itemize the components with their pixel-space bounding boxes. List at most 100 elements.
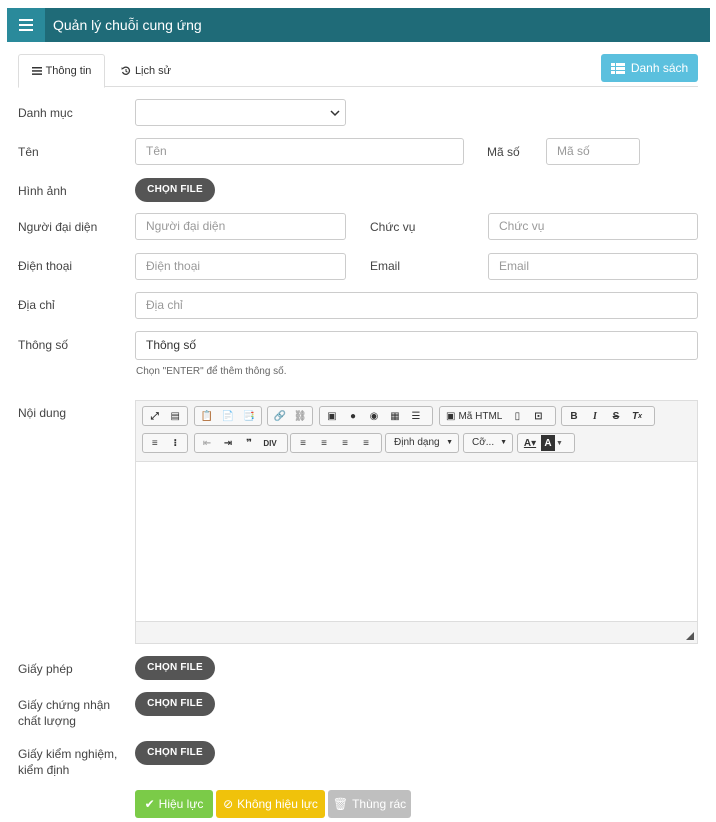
flash-icon[interactable]: ● bbox=[343, 408, 363, 424]
inactive-button[interactable]: ⊘ Không hiệu lực bbox=[216, 790, 325, 818]
tab-history[interactable]: Lịch sử bbox=[116, 54, 176, 87]
trash-button-label: Thùng rác bbox=[352, 797, 407, 811]
toolbar-group-view: ⤢ ▤ bbox=[142, 406, 188, 426]
toolbar-group-insert: ▣ ● ◉ ▦ ☰ bbox=[319, 406, 433, 426]
inactive-button-label: Không hiệu lực bbox=[237, 797, 318, 811]
align-right-icon[interactable]: ≡ bbox=[335, 435, 355, 451]
email-label: Email bbox=[370, 259, 401, 273]
div-container-icon[interactable]: DIV bbox=[260, 435, 280, 451]
trash-button[interactable]: 🗑 Thùng rác bbox=[328, 790, 411, 818]
caret-down-icon: ▼ bbox=[500, 439, 507, 446]
specs-hint: Chọn "ENTER" để thêm thông số. bbox=[136, 366, 287, 377]
representative-input[interactable]: Người đại diện bbox=[135, 213, 346, 240]
table-list-icon bbox=[610, 62, 625, 74]
chevron-down-icon bbox=[330, 110, 340, 117]
specs-label: Thông số bbox=[18, 338, 69, 352]
paste-icon[interactable]: 📋 bbox=[197, 408, 217, 424]
strikethrough-icon[interactable]: S bbox=[606, 408, 626, 424]
unlink-icon[interactable]: ⛓ bbox=[291, 408, 311, 424]
toolbar-group-basic-styles: B I S Tx bbox=[561, 406, 655, 426]
editor-content-area[interactable] bbox=[136, 461, 697, 622]
caret-down-icon: ▼ bbox=[446, 439, 453, 446]
new-page-icon[interactable]: ▯ bbox=[507, 408, 527, 424]
menu-toggle-button[interactable] bbox=[7, 8, 45, 42]
blockquote-icon[interactable]: ❞ bbox=[239, 435, 259, 451]
italic-icon[interactable]: I bbox=[585, 408, 605, 424]
paste-word-icon[interactable]: 📑 bbox=[239, 408, 259, 424]
name-label: Tên bbox=[18, 145, 39, 159]
source-icon: ▣ bbox=[446, 410, 456, 422]
list-button[interactable]: Danh sách bbox=[601, 54, 698, 82]
size-dropdown-label: Cỡ... bbox=[472, 437, 495, 448]
toolbar-group-align: ≡ ≡ ≡ ≡ bbox=[290, 433, 382, 453]
caret-down-icon: ▼ bbox=[556, 439, 563, 447]
code-label: Mã số bbox=[487, 145, 520, 159]
inspection-label: Giấy kiểm nghiệm, kiểm định bbox=[18, 746, 117, 778]
maximize-icon[interactable]: ⤢ bbox=[145, 408, 165, 424]
phone-label: Điện thoại bbox=[18, 259, 73, 273]
image-icon[interactable]: ▣ bbox=[322, 408, 342, 424]
quality-cert-label-line2: chất lượng bbox=[18, 714, 76, 728]
show-blocks-icon[interactable]: ▤ bbox=[166, 408, 186, 424]
bold-icon[interactable]: B bbox=[564, 408, 584, 424]
indent-icon[interactable]: ⇥ bbox=[218, 435, 238, 451]
toolbar-group-lists: ≡ ⁝ bbox=[142, 433, 188, 453]
inspection-label-line2: kiểm định bbox=[18, 763, 70, 777]
category-label: Danh mục bbox=[18, 106, 73, 120]
quality-cert-label-line1: Giấy chứng nhận bbox=[18, 698, 111, 712]
history-icon bbox=[121, 65, 131, 75]
toolbar-group-indent: ⇤ ⇥ ❞ DIV bbox=[194, 433, 288, 453]
category-select[interactable] bbox=[135, 99, 346, 126]
source-label: Mã HTML bbox=[458, 410, 503, 422]
paste-text-icon[interactable]: 📄 bbox=[218, 408, 238, 424]
numbered-list-icon[interactable]: ≡ bbox=[145, 435, 165, 451]
format-dropdown[interactable]: Định dạng ▼ bbox=[385, 433, 459, 453]
content-label: Nội dung bbox=[18, 406, 67, 420]
position-input[interactable]: Chức vụ bbox=[488, 213, 698, 240]
address-input[interactable]: Địa chỉ bbox=[135, 292, 698, 319]
hamburger-icon bbox=[19, 19, 33, 31]
quality-cert-label: Giấy chứng nhận chất lượng bbox=[18, 697, 110, 729]
tab-history-label: Lịch sử bbox=[134, 64, 172, 77]
remove-format-icon[interactable]: Tx bbox=[627, 408, 647, 424]
list-icon bbox=[31, 67, 42, 75]
align-left-icon[interactable]: ≡ bbox=[293, 435, 313, 451]
align-justify-icon[interactable]: ≡ bbox=[356, 435, 376, 451]
specs-input[interactable]: Thông số bbox=[135, 331, 698, 360]
preview-icon[interactable]: ⊡ bbox=[528, 408, 548, 424]
page-title: Quản lý chuỗi cung ứng bbox=[53, 17, 202, 33]
email-input[interactable]: Email bbox=[488, 253, 698, 280]
link-icon[interactable]: 🔗 bbox=[270, 408, 290, 424]
quality-cert-choose-file-button[interactable]: CHỌN FILE bbox=[135, 692, 215, 716]
bulleted-list-icon[interactable]: ⁝ bbox=[166, 435, 186, 451]
image-choose-file-button[interactable]: CHỌN FILE bbox=[135, 178, 215, 202]
toolbar-group-clipboard: 📋 📄 📑 bbox=[194, 406, 262, 426]
horizontal-line-icon[interactable]: ☰ bbox=[406, 408, 426, 424]
source-button[interactable]: ▣ Mã HTML bbox=[442, 411, 506, 422]
license-choose-file-button[interactable]: CHỌN FILE bbox=[135, 656, 215, 680]
align-center-icon[interactable]: ≡ bbox=[314, 435, 334, 451]
iframe-globe-icon[interactable]: ◉ bbox=[364, 408, 384, 424]
active-button-label: Hiệu lực bbox=[158, 797, 204, 811]
address-label: Địa chỉ bbox=[18, 298, 55, 312]
inspection-choose-file-button[interactable]: CHỌN FILE bbox=[135, 741, 215, 765]
toolbar-group-colors: A▾ A ▼ bbox=[517, 433, 575, 453]
phone-input[interactable]: Điện thoại bbox=[135, 253, 346, 280]
resize-handle-icon[interactable] bbox=[686, 632, 694, 640]
size-dropdown[interactable]: Cỡ... ▼ bbox=[463, 433, 513, 453]
app-header: Quản lý chuỗi cung ứng bbox=[7, 8, 710, 42]
tab-info[interactable]: Thông tin bbox=[18, 54, 105, 88]
table-icon[interactable]: ▦ bbox=[385, 408, 405, 424]
name-input[interactable]: Tên bbox=[135, 138, 464, 165]
tab-bar: Thông tin Lịch sử bbox=[18, 54, 698, 88]
active-button[interactable]: ✔ Hiệu lực bbox=[135, 790, 213, 818]
position-label: Chức vụ bbox=[370, 220, 416, 234]
toolbar-group-link: 🔗 ⛓ bbox=[267, 406, 313, 426]
representative-label: Người đại diện bbox=[18, 220, 98, 234]
trash-icon: 🗑 bbox=[332, 797, 349, 811]
text-color-icon[interactable]: A▾ bbox=[520, 435, 540, 451]
tab-info-label: Thông tin bbox=[45, 65, 92, 77]
code-input[interactable]: Mã số bbox=[546, 138, 640, 165]
outdent-icon[interactable]: ⇤ bbox=[197, 435, 217, 451]
background-color-icon[interactable]: A bbox=[541, 435, 555, 451]
